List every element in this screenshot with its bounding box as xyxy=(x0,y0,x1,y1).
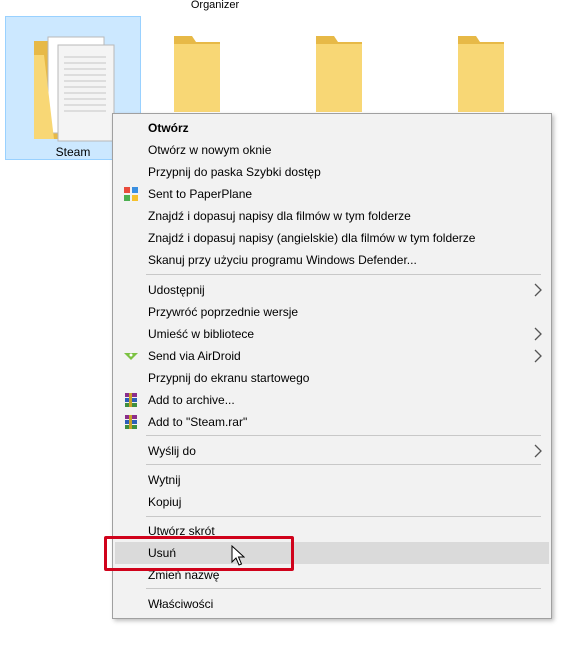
chevron-right-icon xyxy=(534,349,542,363)
menu-item-label: Znajdź i dopasuj napisy dla filmów w tym… xyxy=(148,209,411,223)
paperplane-icon xyxy=(124,187,138,201)
menu-item-label: Send via AirDroid xyxy=(148,349,241,363)
menu-item-copy[interactable]: Kopiuj xyxy=(115,491,549,513)
menu-item-sent-to-paperplane[interactable]: Sent to PaperPlane xyxy=(115,183,549,205)
winrar-icon xyxy=(125,393,137,407)
chevron-right-icon xyxy=(534,444,542,458)
airdroid-icon xyxy=(124,353,138,360)
menu-item-send-to[interactable]: Wyślij do xyxy=(115,440,549,462)
menu-item-label: Przywróć poprzednie wersje xyxy=(148,305,299,319)
menu-item-scan-defender[interactable]: Skanuj przy użyciu programu Windows Defe… xyxy=(115,249,549,271)
menu-separator xyxy=(146,464,541,465)
menu-separator xyxy=(146,435,541,436)
folder-icon[interactable] xyxy=(314,30,364,112)
folder-label-organizer[interactable]: Organizer xyxy=(160,0,270,11)
menu-item-open[interactable]: Otwórz xyxy=(115,117,549,139)
menu-item-label: Umieść w bibliotece xyxy=(148,327,255,341)
menu-item-add-steam-rar[interactable]: Add to "Steam.rar" xyxy=(115,411,549,433)
menu-item-label: Skanuj przy użyciu programu Windows Defe… xyxy=(148,253,417,267)
menu-item-send-airdroid[interactable]: Send via AirDroid xyxy=(115,345,549,367)
menu-separator xyxy=(146,588,541,589)
menu-item-label: Kopiuj xyxy=(148,495,182,509)
menu-item-add-archive[interactable]: Add to archive... xyxy=(115,389,549,411)
menu-item-label: Przypnij do paska Szybki dostęp xyxy=(148,165,321,179)
menu-item-find-subtitles-english[interactable]: Znajdź i dopasuj napisy (angielskie) dla… xyxy=(115,227,549,249)
menu-item-include-library[interactable]: Umieść w bibliotece xyxy=(115,323,549,345)
mouse-cursor-icon xyxy=(231,545,245,566)
menu-item-label: Udostępnij xyxy=(148,283,205,297)
menu-separator xyxy=(146,274,541,275)
menu-separator xyxy=(146,516,541,517)
menu-item-restore-versions[interactable]: Przywróć poprzednie wersje xyxy=(115,301,549,323)
menu-item-label: Sent to PaperPlane xyxy=(148,187,253,201)
winrar-icon xyxy=(125,415,137,429)
menu-item-label: Wyślij do xyxy=(148,444,196,458)
menu-item-share[interactable]: Udostępnij xyxy=(115,279,549,301)
folder-icon[interactable] xyxy=(456,30,506,112)
folder-icon[interactable] xyxy=(172,30,222,112)
menu-item-pin-start[interactable]: Przypnij do ekranu startowego xyxy=(115,367,549,389)
menu-item-label: Otwórz xyxy=(148,121,189,135)
menu-item-label: Wytnij xyxy=(148,473,181,487)
menu-item-label: Add to archive... xyxy=(148,393,235,407)
highlight-box xyxy=(104,536,294,571)
chevron-right-icon xyxy=(534,327,542,341)
folder-icon xyxy=(34,36,115,142)
menu-item-cut[interactable]: Wytnij xyxy=(115,469,549,491)
menu-item-properties[interactable]: Właściwości xyxy=(115,593,549,615)
menu-item-open-new-window[interactable]: Otwórz w nowym oknie xyxy=(115,139,549,161)
menu-item-label: Otwórz w nowym oknie xyxy=(148,143,272,157)
menu-item-find-subtitles[interactable]: Znajdź i dopasuj napisy dla filmów w tym… xyxy=(115,205,549,227)
menu-item-label: Przypnij do ekranu startowego xyxy=(148,371,310,385)
menu-item-pin-quick-access[interactable]: Przypnij do paska Szybki dostęp xyxy=(115,161,549,183)
chevron-right-icon xyxy=(534,283,542,297)
menu-item-label: Znajdź i dopasuj napisy (angielskie) dla… xyxy=(148,231,476,245)
menu-item-label: Add to "Steam.rar" xyxy=(148,415,248,429)
menu-item-label: Właściwości xyxy=(148,597,214,611)
